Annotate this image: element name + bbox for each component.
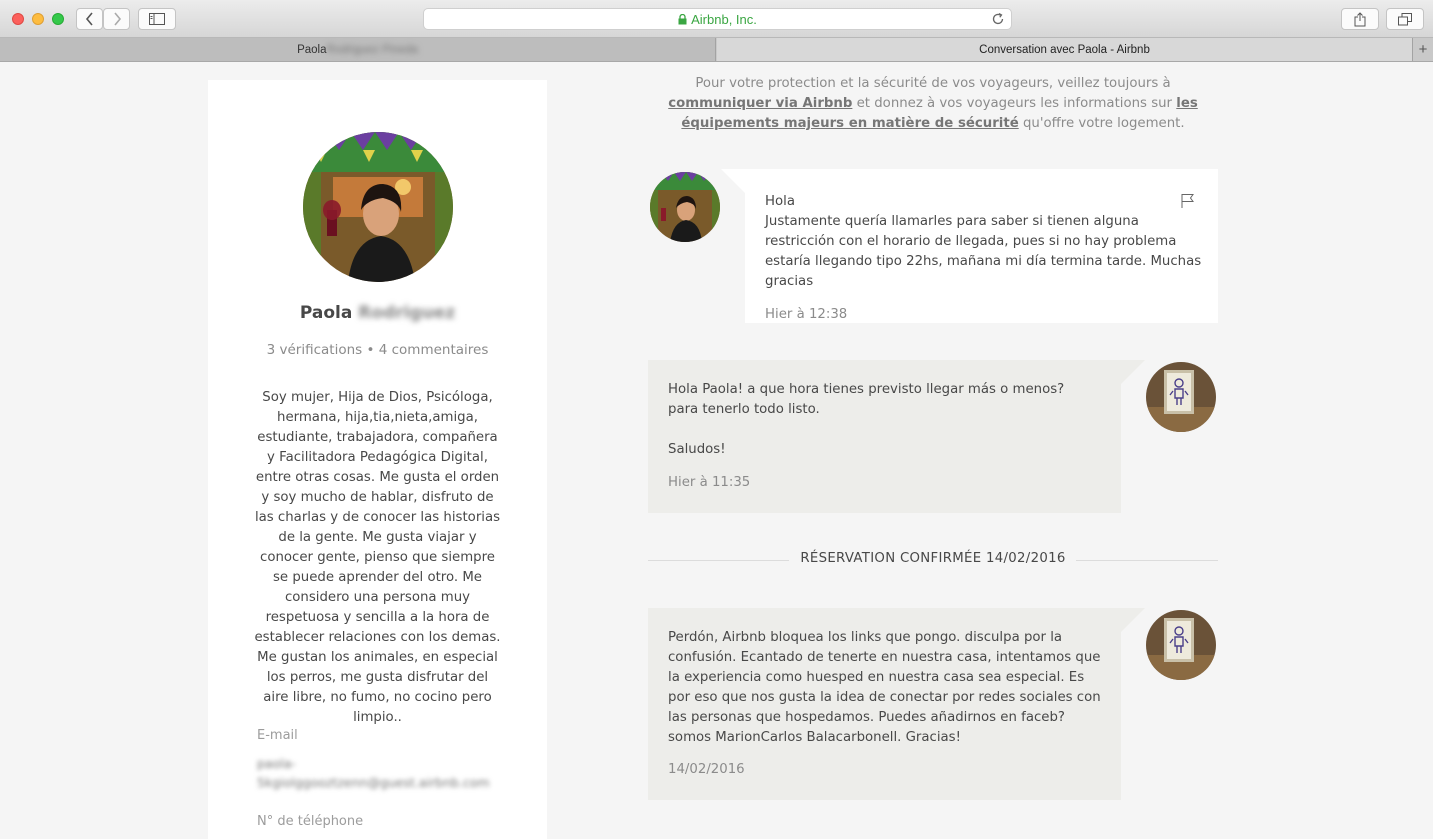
address-text: Airbnb, Inc. <box>691 11 757 27</box>
forward-button[interactable] <box>103 8 130 30</box>
guest-bio: Soy mujer, Hija de Dios, Psicóloga, herm… <box>254 390 501 725</box>
message-timestamp: Hier à 12:38 <box>765 307 848 322</box>
chevron-left-icon <box>85 12 93 26</box>
host-message-avatar[interactable] <box>1146 362 1216 432</box>
guest-profile-card: Paola Rodriguez 3 vérifications • 4 comm… <box>208 80 547 839</box>
minimize-window-button[interactable] <box>32 13 44 25</box>
show-tabs-button[interactable] <box>1386 8 1424 30</box>
reload-icon[interactable] <box>991 12 1005 26</box>
message-text: Hola <box>765 194 795 209</box>
verifications-reviews-count[interactable]: 3 vérifications • 4 commentaires <box>208 342 547 358</box>
message-text: Perdón, Airbnb bloquea los links que pon… <box>668 630 1101 745</box>
tab-label: Paola <box>297 43 327 56</box>
chevron-right-icon <box>113 12 121 26</box>
email-label: E-mail <box>257 728 298 743</box>
bubble-pointer <box>721 169 745 193</box>
zoom-window-button[interactable] <box>52 13 64 25</box>
tab-bar: Paola Rodriguez Pineda Conversation avec … <box>0 38 1433 62</box>
guest-name: Paola Rodriguez <box>208 303 547 323</box>
close-window-button[interactable] <box>12 13 24 25</box>
host-message-bubble: Hola Paola! a que hora tienes previsto l… <box>648 360 1145 513</box>
notice-text: qu'offre votre logement. <box>1018 116 1185 131</box>
message-text: Justamente quería llamarles para saber s… <box>765 214 1202 289</box>
notice-text: et donnez à vos voyageurs les informatio… <box>852 96 1177 111</box>
guest-last-name-blurred: Rodriguez <box>358 303 456 323</box>
tab-label: Conversation avec Paola - Airbnb <box>979 43 1150 56</box>
guest-message-avatar[interactable] <box>650 172 720 242</box>
host-message-avatar[interactable] <box>1146 610 1216 680</box>
message-text: Hola Paola! a que hora tienes previsto l… <box>668 382 1065 417</box>
share-button[interactable] <box>1341 8 1379 30</box>
email-value-blurred: paola-5kgiolggooztzenn@guest.airbnb.com <box>257 756 490 790</box>
tab-paola-profile[interactable]: Paola Rodriguez Pineda <box>0 38 716 61</box>
plus-icon: + <box>1418 41 1428 58</box>
safety-notice: Pour votre protection et la sécurité de … <box>648 74 1218 134</box>
flag-icon[interactable] <box>1180 193 1196 209</box>
notice-text: Pour votre protection et la sécurité de … <box>695 76 1171 91</box>
lock-icon <box>678 13 687 24</box>
browser-toolbar: Airbnb, Inc. <box>0 0 1433 38</box>
reservation-confirmed-divider: RÉSERVATION CONFIRMÉE 14/02/2016 <box>648 551 1218 571</box>
sidebar-icon <box>149 13 165 25</box>
message-timestamp: 14/02/2016 <box>668 762 745 777</box>
host-message-bubble: Perdón, Airbnb bloquea los links que pon… <box>648 608 1145 800</box>
guest-avatar[interactable] <box>303 132 453 282</box>
guest-first-name: Paola <box>299 303 353 323</box>
sidebar-toggle-button[interactable] <box>138 8 176 30</box>
guest-message-bubble: Hola Justamente quería llamarles para sa… <box>721 169 1218 323</box>
page-content: Paola Rodriguez 3 vérifications • 4 comm… <box>0 62 1433 839</box>
reservation-confirmed-label: RÉSERVATION CONFIRMÉE 14/02/2016 <box>800 551 1066 566</box>
divider-line <box>1076 560 1218 561</box>
address-bar[interactable]: Airbnb, Inc. <box>423 8 1012 30</box>
new-tab-button[interactable]: + <box>1412 38 1433 61</box>
bubble-pointer <box>1121 608 1145 632</box>
bubble-pointer <box>1121 360 1145 384</box>
back-button[interactable] <box>76 8 103 30</box>
tab-label-blurred: Rodriguez Pineda <box>326 43 418 56</box>
message-timestamp: Hier à 11:35 <box>668 475 751 490</box>
communicate-via-airbnb-link[interactable]: communiquer via Airbnb <box>668 96 852 111</box>
phone-label: N° de téléphone <box>257 814 364 829</box>
tabs-icon <box>1398 12 1412 25</box>
share-icon <box>1354 11 1366 26</box>
message-text: Saludos! <box>668 442 726 457</box>
tab-conversation[interactable]: Conversation avec Paola - Airbnb <box>717 38 1412 61</box>
